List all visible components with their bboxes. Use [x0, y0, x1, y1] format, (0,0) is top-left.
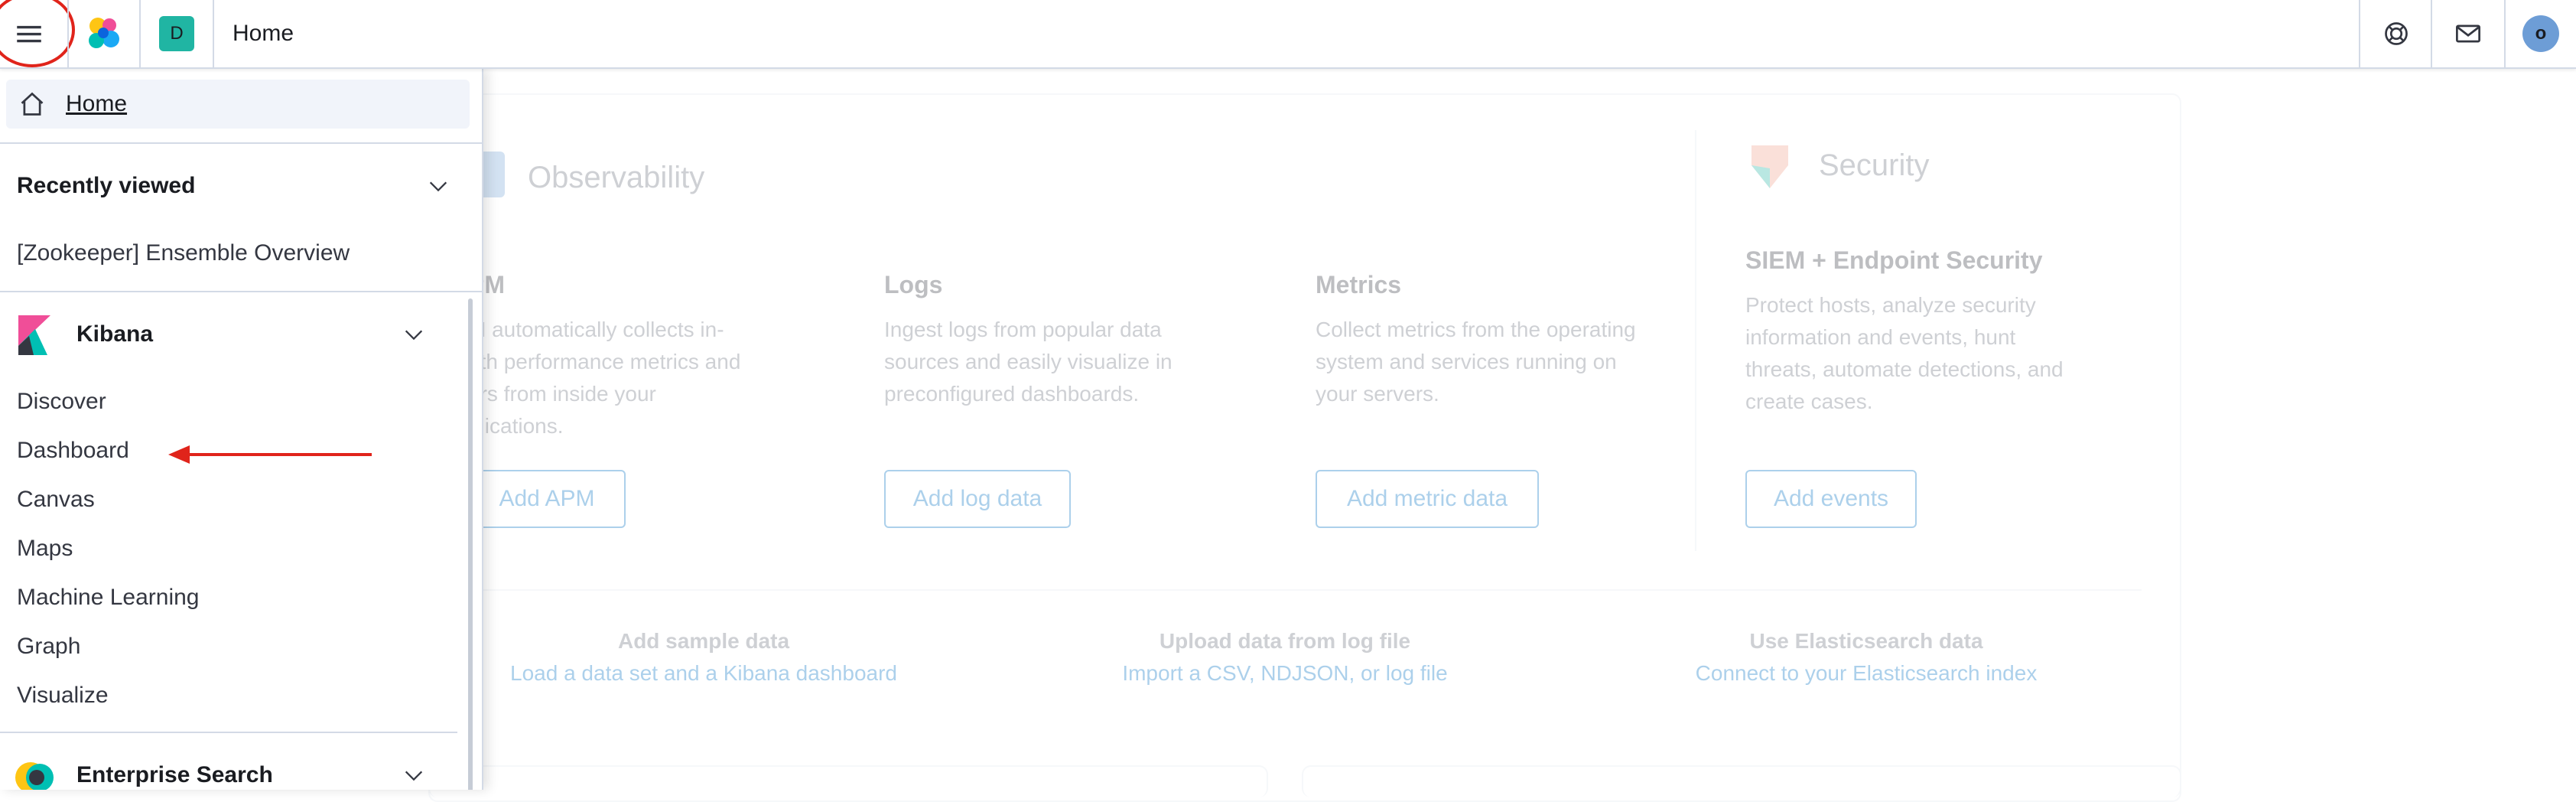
add-log-data-button[interactable]: Add log data	[884, 470, 1071, 528]
nav-scrollbar[interactable]	[468, 298, 473, 790]
add-apm-button[interactable]: Add APM	[468, 470, 626, 528]
nav-home-label: Home	[66, 91, 128, 116]
add-events-button[interactable]: Add events	[1745, 470, 1917, 528]
space-selector[interactable]: D	[150, 0, 203, 67]
metrics-title: Metrics	[1316, 271, 1402, 298]
add-sample-data-title: Add sample data	[617, 629, 790, 653]
add-metric-data-button[interactable]: Add metric data	[1316, 470, 1539, 528]
nav-home-link[interactable]: Home	[6, 80, 470, 129]
annotation-arrow-icon	[168, 445, 372, 464]
user-avatar: o	[2522, 15, 2559, 52]
kibana-logo-icon	[18, 315, 50, 355]
logs-description: Ingest logs from popular data sources an…	[884, 318, 1173, 406]
recently-viewed-title[interactable]: Recently viewed	[17, 173, 195, 199]
nav-link-dashboard[interactable]: Dashboard	[17, 438, 129, 464]
add-sample-data-link[interactable]: Load a data set and a Kibana dashboard	[474, 661, 933, 686]
apm-description: M automatically collects in- pth perform…	[468, 318, 741, 438]
nav-link-discover[interactable]: Discover	[17, 389, 106, 415]
metrics-description: Collect metrics from the operating syste…	[1316, 318, 1636, 406]
breadcrumb: Home	[233, 21, 294, 46]
menu-icon	[17, 25, 41, 43]
kibana-group-title[interactable]: Kibana	[76, 321, 153, 347]
upload-file-title: Upload data from log file	[1159, 629, 1411, 653]
enterprise-search-logo-icon	[15, 762, 54, 790]
nav-link-canvas[interactable]: Canvas	[17, 487, 95, 513]
observability-title: Observability	[528, 161, 705, 194]
chevron-down-icon[interactable]	[402, 323, 425, 346]
bottom-card-left	[428, 765, 1268, 797]
chevron-down-icon[interactable]	[402, 764, 425, 787]
nav-link-graph[interactable]: Graph	[17, 634, 80, 660]
side-nav: Home Recently viewed [Zookeeper] Ensembl…	[0, 69, 483, 790]
use-elasticsearch-link[interactable]: Connect to your Elasticsearch index	[1637, 661, 2096, 686]
security-logo-icon	[1751, 145, 1788, 188]
siem-description: Protect hosts, analyze security informat…	[1745, 293, 2064, 413]
help-button[interactable]	[2360, 0, 2432, 67]
use-elasticsearch-title: Use Elasticsearch data	[1749, 629, 1983, 653]
logs-title: Logs	[884, 271, 943, 298]
nav-link-machine-learning[interactable]: Machine Learning	[17, 585, 200, 611]
bottom-card-right	[1302, 765, 2181, 797]
enterprise-search-title[interactable]: Enterprise Search	[76, 762, 273, 788]
user-menu-button[interactable]: o	[2506, 0, 2576, 67]
nav-link-visualize[interactable]: Visualize	[17, 683, 109, 709]
siem-title: SIEM + Endpoint Security	[1745, 246, 2043, 274]
section-divider	[1695, 130, 1696, 551]
home-icon	[21, 92, 44, 116]
nav-link-maps[interactable]: Maps	[17, 536, 73, 562]
links-divider	[428, 589, 2142, 591]
upload-file-link[interactable]: Import a CSV, NDJSON, or log file	[1055, 661, 1514, 686]
recent-item-zookeeper[interactable]: [Zookeeper] Ensemble Overview	[17, 240, 350, 266]
newsfeed-icon	[2456, 24, 2480, 43]
menu-toggle-button[interactable]	[0, 0, 58, 67]
top-header: D Home o	[0, 0, 2576, 69]
elastic-logo-link[interactable]	[76, 0, 130, 67]
newsfeed-button[interactable]	[2432, 0, 2504, 67]
chevron-down-icon[interactable]	[427, 174, 450, 197]
help-icon	[2385, 22, 2408, 45]
security-title: Security	[1819, 148, 1930, 182]
space-avatar: D	[159, 16, 194, 51]
elastic-logo-icon	[89, 18, 119, 48]
solutions-panel	[428, 93, 2181, 802]
